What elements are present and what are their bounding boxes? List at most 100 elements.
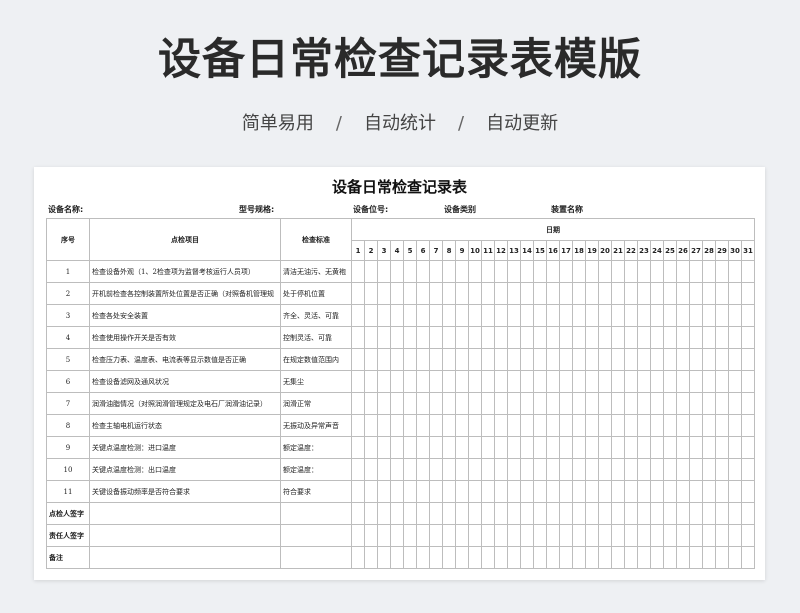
day-check-cell[interactable] — [663, 414, 677, 437]
day-check-cell[interactable] — [429, 348, 443, 371]
day-footer-cell[interactable] — [533, 502, 547, 525]
day-check-cell[interactable] — [351, 348, 365, 371]
day-footer-cell[interactable] — [728, 524, 742, 547]
day-footer-cell[interactable] — [468, 524, 482, 547]
day-footer-cell[interactable] — [481, 546, 495, 569]
day-check-cell[interactable] — [364, 480, 378, 503]
day-check-cell[interactable] — [533, 326, 547, 349]
day-check-cell[interactable] — [637, 260, 651, 283]
day-check-cell[interactable] — [481, 480, 495, 503]
day-check-cell[interactable] — [416, 392, 430, 415]
day-check-cell[interactable] — [728, 436, 742, 459]
day-check-cell[interactable] — [390, 326, 404, 349]
day-check-cell[interactable] — [598, 436, 612, 459]
day-check-cell[interactable] — [676, 370, 690, 393]
day-check-cell[interactable] — [585, 260, 599, 283]
day-check-cell[interactable] — [377, 458, 391, 481]
day-check-cell[interactable] — [715, 414, 729, 437]
day-footer-cell[interactable] — [520, 502, 534, 525]
day-check-cell[interactable] — [728, 348, 742, 371]
day-check-cell[interactable] — [637, 370, 651, 393]
day-check-cell[interactable] — [364, 370, 378, 393]
day-check-cell[interactable] — [702, 414, 716, 437]
day-check-cell[interactable] — [663, 392, 677, 415]
day-check-cell[interactable] — [559, 282, 573, 305]
day-footer-cell[interactable] — [598, 546, 612, 569]
day-check-cell[interactable] — [611, 458, 625, 481]
day-check-cell[interactable] — [351, 304, 365, 327]
day-footer-cell[interactable] — [728, 502, 742, 525]
day-check-cell[interactable] — [533, 392, 547, 415]
day-check-cell[interactable] — [468, 282, 482, 305]
day-check-cell[interactable] — [559, 414, 573, 437]
day-check-cell[interactable] — [442, 326, 456, 349]
day-footer-cell[interactable] — [364, 502, 378, 525]
day-check-cell[interactable] — [533, 304, 547, 327]
day-check-cell[interactable] — [559, 260, 573, 283]
day-check-cell[interactable] — [442, 480, 456, 503]
day-check-cell[interactable] — [468, 260, 482, 283]
day-check-cell[interactable] — [611, 436, 625, 459]
day-check-cell[interactable] — [455, 260, 469, 283]
day-check-cell[interactable] — [455, 458, 469, 481]
day-check-cell[interactable] — [598, 480, 612, 503]
day-check-cell[interactable] — [377, 414, 391, 437]
day-check-cell[interactable] — [663, 436, 677, 459]
day-check-cell[interactable] — [585, 282, 599, 305]
day-check-cell[interactable] — [351, 392, 365, 415]
day-check-cell[interactable] — [390, 260, 404, 283]
day-check-cell[interactable] — [468, 436, 482, 459]
day-footer-cell[interactable] — [572, 502, 586, 525]
day-check-cell[interactable] — [611, 392, 625, 415]
day-check-cell[interactable] — [624, 480, 638, 503]
day-footer-cell[interactable] — [494, 502, 508, 525]
day-check-cell[interactable] — [390, 370, 404, 393]
day-footer-cell[interactable] — [741, 502, 755, 525]
day-check-cell[interactable] — [650, 260, 664, 283]
day-check-cell[interactable] — [442, 260, 456, 283]
day-check-cell[interactable] — [455, 392, 469, 415]
day-footer-cell[interactable] — [494, 546, 508, 569]
day-check-cell[interactable] — [429, 260, 443, 283]
day-footer-cell[interactable] — [559, 546, 573, 569]
day-footer-cell[interactable] — [702, 546, 716, 569]
day-check-cell[interactable] — [676, 282, 690, 305]
day-footer-cell[interactable] — [507, 524, 521, 547]
day-footer-cell[interactable] — [403, 524, 417, 547]
day-check-cell[interactable] — [585, 304, 599, 327]
day-check-cell[interactable] — [676, 260, 690, 283]
day-check-cell[interactable] — [481, 326, 495, 349]
day-check-cell[interactable] — [455, 348, 469, 371]
day-check-cell[interactable] — [676, 304, 690, 327]
day-check-cell[interactable] — [533, 480, 547, 503]
day-check-cell[interactable] — [468, 370, 482, 393]
day-check-cell[interactable] — [390, 480, 404, 503]
day-footer-cell[interactable] — [520, 546, 534, 569]
day-check-cell[interactable] — [715, 392, 729, 415]
day-check-cell[interactable] — [468, 348, 482, 371]
day-check-cell[interactable] — [572, 260, 586, 283]
day-check-cell[interactable] — [507, 348, 521, 371]
day-check-cell[interactable] — [455, 436, 469, 459]
day-check-cell[interactable] — [481, 260, 495, 283]
signature-cell[interactable] — [280, 524, 352, 547]
day-check-cell[interactable] — [585, 414, 599, 437]
day-check-cell[interactable] — [364, 392, 378, 415]
day-check-cell[interactable] — [650, 348, 664, 371]
day-check-cell[interactable] — [585, 348, 599, 371]
day-check-cell[interactable] — [494, 436, 508, 459]
day-footer-cell[interactable] — [455, 546, 469, 569]
day-check-cell[interactable] — [611, 260, 625, 283]
day-check-cell[interactable] — [377, 348, 391, 371]
day-check-cell[interactable] — [598, 326, 612, 349]
day-check-cell[interactable] — [715, 260, 729, 283]
day-footer-cell[interactable] — [416, 524, 430, 547]
day-footer-cell[interactable] — [572, 524, 586, 547]
day-check-cell[interactable] — [624, 348, 638, 371]
day-check-cell[interactable] — [442, 392, 456, 415]
day-check-cell[interactable] — [533, 348, 547, 371]
day-check-cell[interactable] — [494, 304, 508, 327]
day-check-cell[interactable] — [598, 458, 612, 481]
day-check-cell[interactable] — [494, 370, 508, 393]
day-footer-cell[interactable] — [377, 524, 391, 547]
